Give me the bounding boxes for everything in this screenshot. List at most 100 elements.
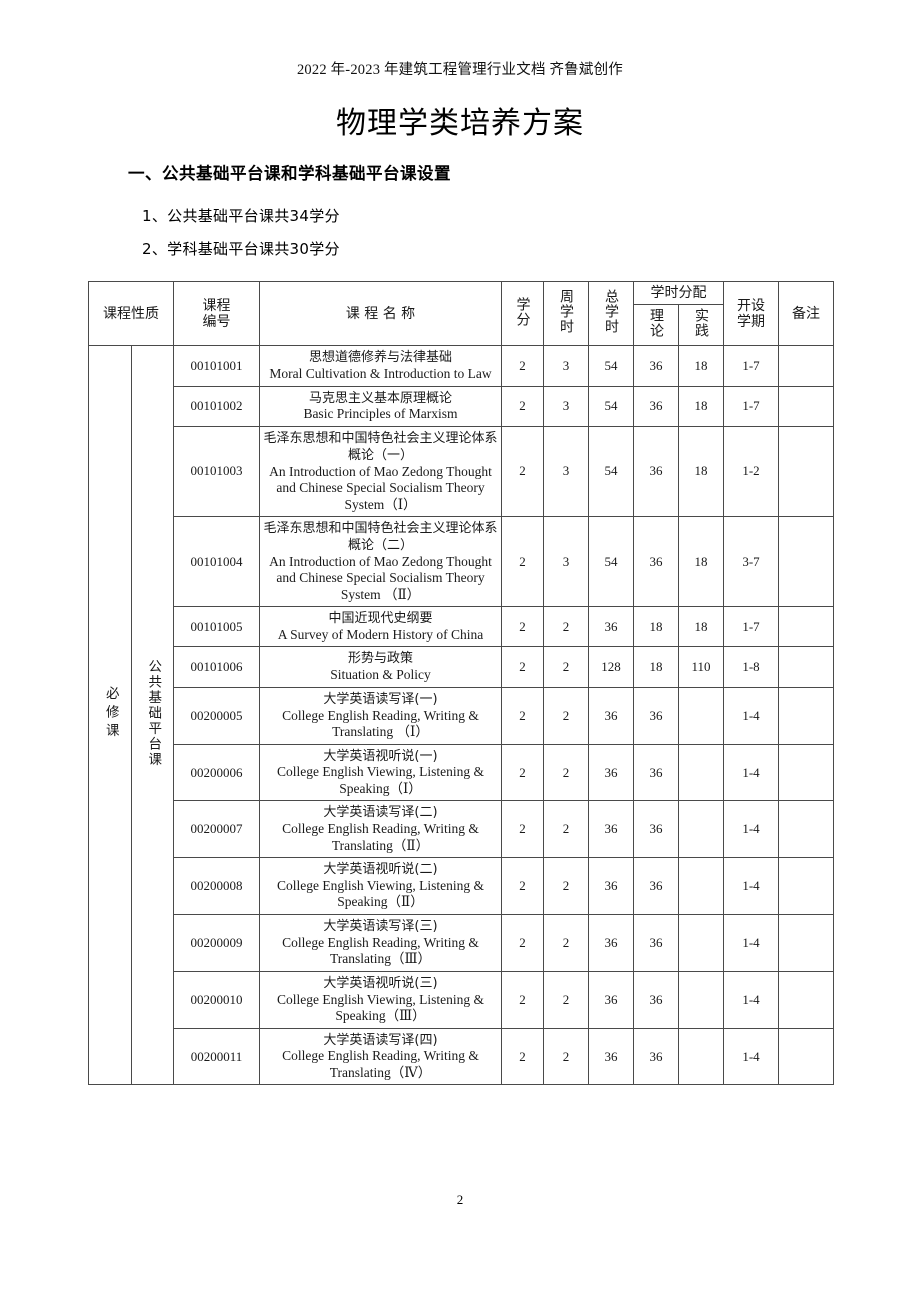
cell-remarks	[778, 800, 834, 859]
cell-course-code: 00200010	[173, 970, 260, 1029]
course-name-cn: 思想道德修养与法律基础	[308, 350, 452, 366]
cell-course-name: 大学英语视听说(三) College English Viewing, List…	[259, 970, 502, 1029]
table-row: 00101003 毛泽东思想和中国特色社会主义理论体系概论（一） An Intr…	[89, 425, 834, 517]
cell-course-name: 形势与政策 Situation & Policy	[259, 646, 502, 688]
cell-total-hours: 54	[588, 515, 634, 608]
cell-remarks	[778, 646, 834, 688]
cell-theory-hours: 36	[633, 857, 679, 915]
cell-remarks	[778, 1027, 834, 1086]
cell-theory-hours: 36	[633, 385, 679, 427]
table-row: 00101005 中国近现代史纲要 A Survey of Modern His…	[89, 606, 834, 648]
cell-remarks	[778, 743, 834, 802]
cell-course-code: 00200008	[173, 857, 260, 915]
course-name-en: An Introduction of Mao Zedong Thought an…	[269, 553, 492, 602]
cell-credits: 2	[501, 515, 544, 608]
cell-theory-hours: 18	[633, 646, 679, 688]
course-name-cn: 毛泽东思想和中国特色社会主义理论体系概论（一）	[263, 430, 498, 463]
cell-credits: 2	[501, 385, 544, 427]
cell-course-name: 马克思主义基本原理概论 Basic Principles of Marxism	[259, 385, 502, 427]
course-name-en: College English Viewing, Listening & Spe…	[276, 764, 485, 796]
cell-remarks	[778, 857, 834, 915]
cell-remarks	[778, 385, 834, 427]
cell-credits: 2	[501, 1027, 544, 1086]
cell-course-code: 00200006	[173, 743, 260, 802]
header-term-line2: 学期	[737, 313, 765, 330]
page-number: 2	[456, 1192, 464, 1207]
table-row: 必修课 公共基础平台课 00101001 思想道德修养与法律基础 Moral C…	[88, 345, 834, 1086]
cell-total-hours: 54	[588, 345, 634, 387]
header-total-hours: 总学时	[588, 280, 634, 347]
course-name-cn: 大学英语读写译(一)	[323, 691, 438, 707]
cell-course-code: 00200005	[173, 686, 260, 745]
cell-practice-hours: 110	[678, 646, 724, 688]
cell-term: 1-4	[723, 743, 779, 802]
cell-theory-hours: 36	[633, 1027, 679, 1086]
course-name-en: College English Viewing, Listening & Spe…	[276, 991, 485, 1024]
header-course-name: 课 程 名 称	[259, 280, 502, 347]
cell-weekly-hours: 2	[543, 646, 589, 688]
cell-credits: 2	[501, 425, 544, 517]
cell-weekly-hours: 3	[543, 345, 589, 387]
cell-course-name: 中国近现代史纲要 A Survey of Modern History of C…	[259, 606, 502, 648]
cell-credits: 2	[501, 913, 544, 972]
course-name-en: Basic Principles of Marxism	[303, 406, 458, 422]
cell-term: 1-4	[723, 800, 779, 859]
cell-theory-hours: 36	[633, 800, 679, 859]
cell-term: 1-7	[723, 385, 779, 427]
cell-total-hours: 36	[588, 686, 634, 745]
cell-remarks	[778, 970, 834, 1029]
cell-total-hours: 36	[588, 913, 634, 972]
cell-course-code: 00200011	[173, 1027, 260, 1086]
cell-term: 1-8	[723, 646, 779, 688]
cell-theory-hours: 36	[633, 970, 679, 1029]
cell-practice-hours	[678, 913, 724, 972]
course-name-cn: 大学英语视听说(一)	[323, 748, 438, 764]
table-row: 00200007 大学英语读写译(二) College English Read…	[89, 800, 834, 859]
cell-weekly-hours: 3	[543, 515, 589, 608]
cell-remarks	[778, 345, 834, 387]
cell-remarks	[778, 515, 834, 608]
cell-course-name: 大学英语视听说(二) College English Viewing, List…	[259, 857, 502, 915]
group-cell-course-nature: 必修课	[88, 345, 132, 1086]
table-row: 00200006 大学英语视听说(一) College English View…	[89, 743, 834, 802]
course-name-en: A Survey of Modern History of China	[277, 626, 484, 642]
cell-weekly-hours: 2	[543, 1027, 589, 1086]
header-practice-label: 实践	[693, 308, 709, 339]
cell-weekly-hours: 3	[543, 425, 589, 517]
cell-course-name: 思想道德修养与法律基础 Moral Cultivation & Introduc…	[259, 345, 502, 387]
course-name-en: An Introduction of Mao Zedong Thought an…	[269, 463, 492, 512]
cell-practice-hours	[678, 1027, 724, 1086]
course-name-cn: 毛泽东思想和中国特色社会主义理论体系概论（二）	[263, 520, 498, 553]
running-head: 2022 年-2023 年建筑工程管理行业文档 齐鲁斌创作	[296, 62, 623, 78]
header-weekly-hours: 周学时	[543, 280, 589, 347]
cell-course-name: 大学英语读写译(一) College English Reading, Writ…	[259, 686, 502, 745]
section-item-1: 1、公共基础平台课共34学分	[142, 207, 340, 225]
cell-weekly-hours: 2	[543, 857, 589, 915]
cell-course-code: 00101005	[173, 606, 260, 648]
cell-practice-hours: 18	[678, 515, 724, 608]
cell-credits: 2	[501, 646, 544, 688]
header-term: 开设 学期	[723, 280, 779, 347]
table-row: 00200011 大学英语读写译(四) College English Read…	[89, 1027, 834, 1086]
course-name-cn: 中国近现代史纲要	[328, 611, 433, 627]
cell-practice-hours: 18	[678, 606, 724, 648]
cell-course-name: 毛泽东思想和中国特色社会主义理论体系概论（一） An Introduction …	[259, 425, 502, 517]
cell-total-hours: 36	[588, 857, 634, 915]
cell-practice-hours: 18	[678, 345, 724, 387]
cell-weekly-hours: 2	[543, 743, 589, 802]
cell-theory-hours: 36	[633, 743, 679, 802]
course-name-cn: 大学英语视听说(三)	[323, 975, 438, 991]
course-name-en: Moral Cultivation & Introduction to Law	[269, 366, 492, 382]
header-course-code-line1: 课程	[202, 297, 231, 314]
header-weekly-hours-label: 周学时	[558, 289, 574, 335]
table-row: 00101006 形势与政策 Situation & Policy 2 2 12…	[89, 646, 834, 688]
course-name-en: College English Reading, Writing & Trans…	[282, 821, 479, 853]
cell-practice-hours	[678, 686, 724, 745]
cell-term: 3-7	[723, 515, 779, 608]
cell-term: 1-4	[723, 1027, 779, 1086]
cell-total-hours: 54	[588, 385, 634, 427]
cell-remarks	[778, 686, 834, 745]
table-row: 00200010 大学英语视听说(三) College English View…	[89, 970, 834, 1029]
cell-credits: 2	[501, 606, 544, 648]
table-row: 00101002 马克思主义基本原理概论 Basic Principles of…	[89, 385, 834, 427]
